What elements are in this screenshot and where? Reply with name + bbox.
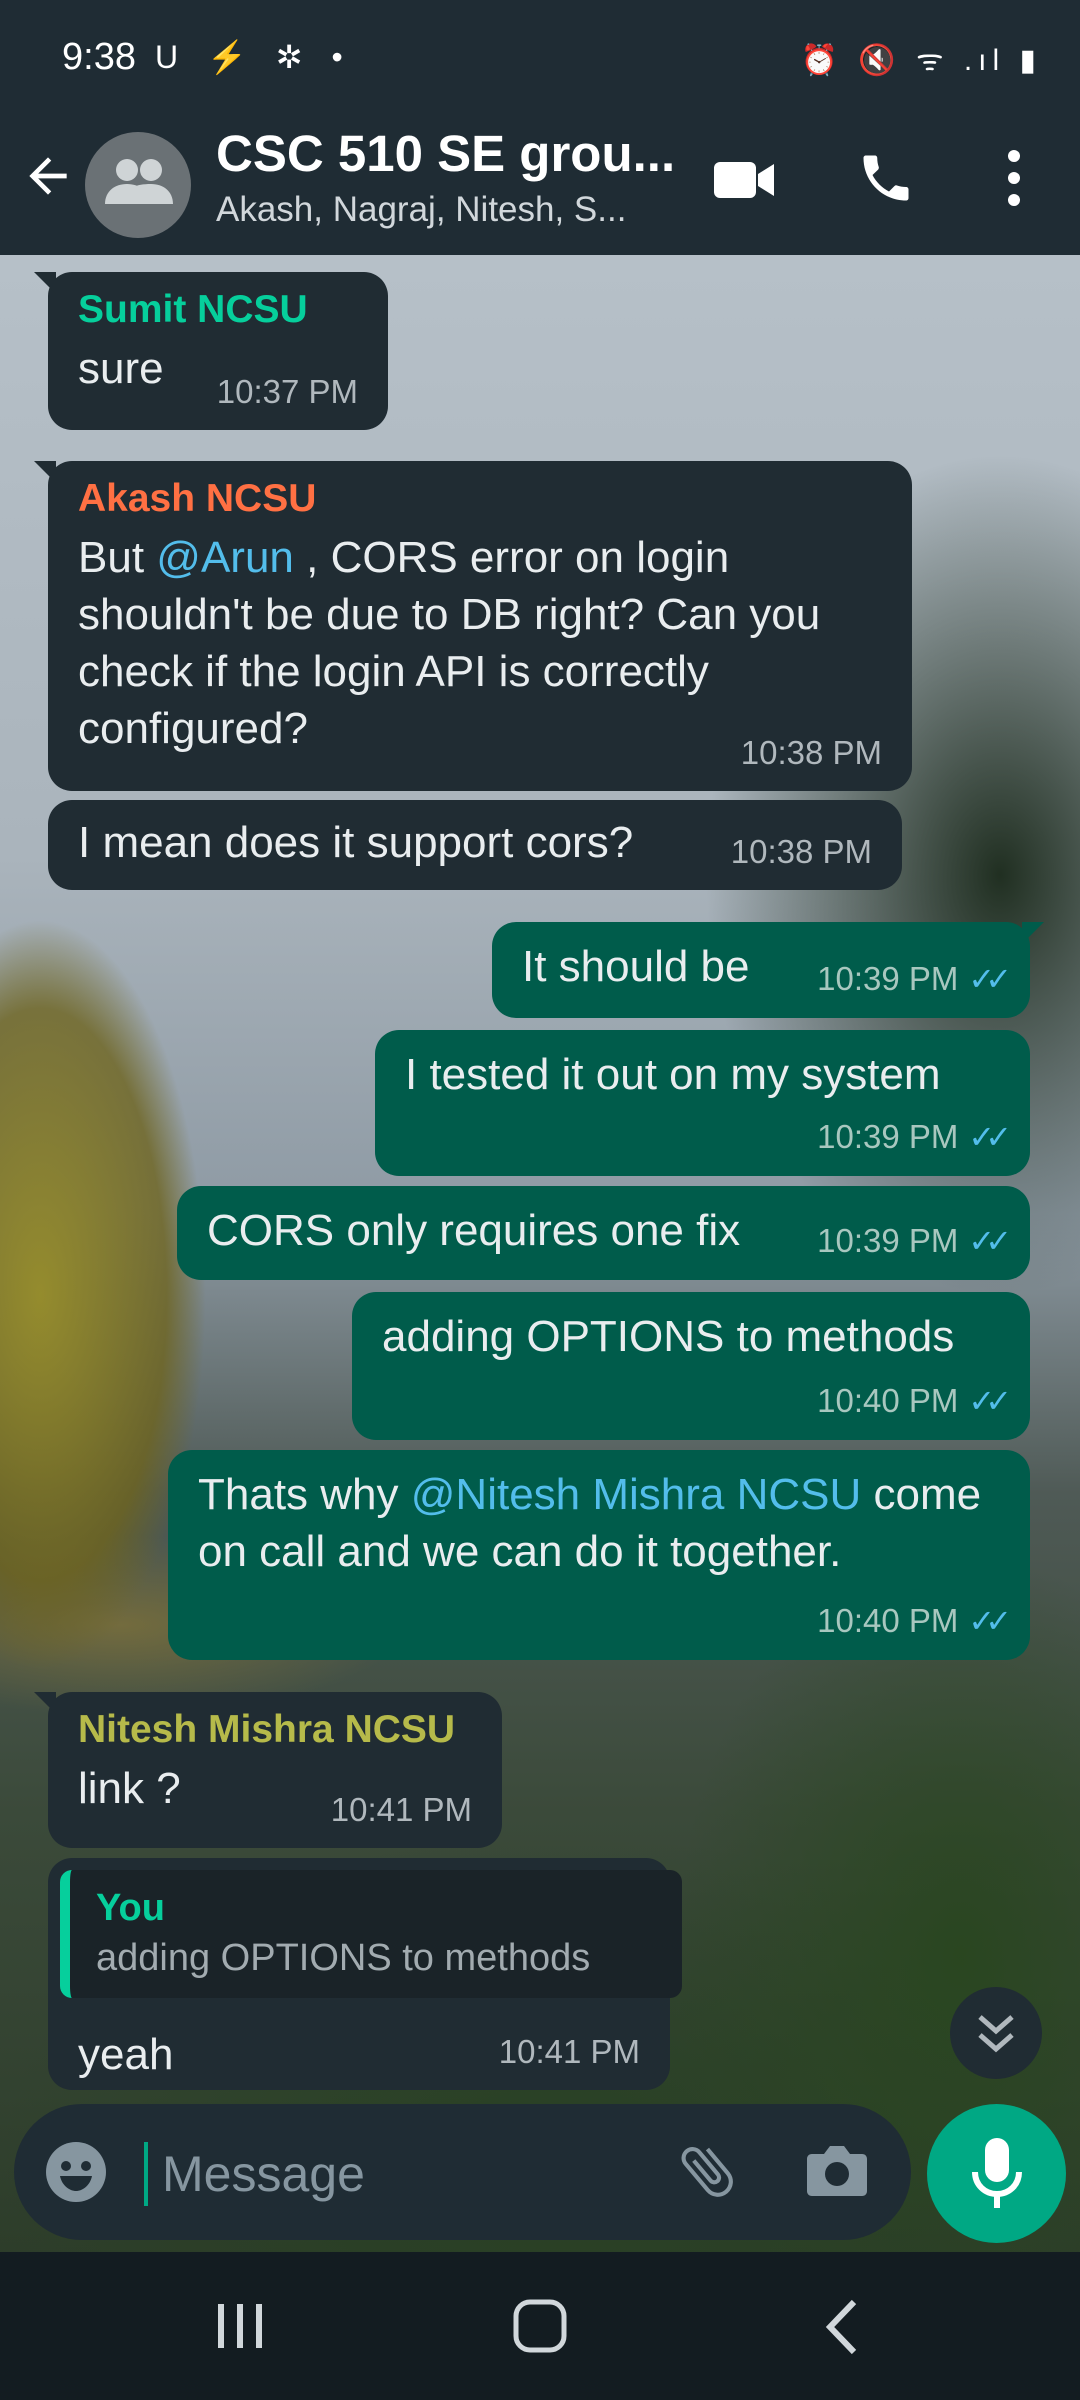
double-chevron-down-icon — [978, 2015, 1014, 2053]
phone-call-icon[interactable] — [856, 148, 916, 213]
message-text: adding OPTIONS to methods — [382, 1312, 955, 1361]
system-navigation-bar — [0, 2252, 1080, 2400]
outgoing-message[interactable]: CORS only requires one fix 10:39 PM ✓✓ — [177, 1186, 1030, 1280]
message-sender[interactable]: Akash NCSU — [78, 475, 898, 523]
read-receipt-icon: ✓✓ — [968, 1119, 1012, 1155]
outgoing-message[interactable]: It should be 10:39 PM ✓✓ — [492, 922, 1044, 1018]
message-time: 10:39 PM ✓✓ — [817, 1222, 1012, 1259]
message-composer — [14, 2104, 911, 2240]
paperclip-icon[interactable] — [674, 2138, 740, 2209]
message-sender[interactable]: Nitesh Mishra NCSU — [78, 1706, 455, 1754]
group-avatar[interactable] — [85, 132, 191, 238]
video-call-icon[interactable] — [712, 156, 776, 209]
message-time: 10:41 PM — [498, 2033, 640, 2070]
more-options-icon[interactable] — [996, 146, 1032, 215]
status-bar: 9:38 U ⚡ ✲ • ⏰ 🔇 ᯤ .ıl ▮ — [0, 0, 1080, 120]
mention-link[interactable]: @Nitesh Mishra NCSU — [411, 1470, 862, 1519]
chat-title[interactable]: CSC 510 SE grou... — [216, 124, 675, 183]
message-time: 10:38 PM — [730, 833, 872, 870]
outgoing-message[interactable]: Thats why @Nitesh Mishra NCSU come on ca… — [168, 1450, 1030, 1660]
incoming-message[interactable]: Sumit NCSU sure 10:37 PM — [34, 272, 388, 430]
incoming-message[interactable]: Nitesh Mishra NCSU link ? 10:41 PM — [34, 1692, 502, 1848]
emoji-icon[interactable] — [44, 2140, 108, 2209]
message-time: 10:37 PM — [216, 373, 358, 410]
microphone-button[interactable] — [927, 2104, 1066, 2243]
message-time: 10:38 PM — [740, 734, 882, 771]
incoming-message[interactable]: Akash NCSU But @Arun , CORS error on log… — [34, 461, 912, 791]
read-receipt-icon: ✓✓ — [968, 961, 1012, 997]
status-system-icons: ⏰ 🔇 ᯤ .ıl ▮ — [800, 44, 1042, 77]
recents-icon[interactable] — [214, 2300, 266, 2357]
message-input[interactable] — [160, 2138, 644, 2210]
message-time: 10:39 PM ✓✓ — [817, 960, 1012, 997]
mention-link[interactable]: @Arun — [156, 533, 294, 582]
chat-header: CSC 510 SE grou... Akash, Nagraj, Nitesh… — [0, 120, 1080, 255]
status-notification-icons: U ⚡ ✲ • — [155, 39, 353, 75]
bubble-tail — [34, 1692, 56, 1714]
chat-participants[interactable]: Akash, Nagraj, Nitesh, S... — [216, 190, 626, 230]
message-sender[interactable]: Sumit NCSU — [78, 286, 308, 334]
bubble-tail — [1022, 922, 1044, 944]
status-time: 9:38 — [62, 36, 136, 78]
message-text: I tested it out on my system — [405, 1050, 941, 1099]
message-text: It should be — [522, 942, 750, 991]
back-arrow-icon[interactable] — [20, 148, 80, 208]
outgoing-message[interactable]: adding OPTIONS to methods 10:40 PM ✓✓ — [352, 1292, 1030, 1440]
outgoing-message[interactable]: I tested it out on my system 10:39 PM ✓✓ — [375, 1030, 1030, 1176]
message-text: Thats why @Nitesh Mishra NCSU come on ca… — [198, 1470, 982, 1576]
message-text: yeah — [78, 2030, 174, 2079]
quoted-text: adding OPTIONS to methods — [96, 1937, 591, 1979]
read-receipt-icon: ✓✓ — [968, 1603, 1012, 1639]
nav-back-icon[interactable] — [822, 2298, 862, 2361]
bubble-tail — [34, 461, 56, 483]
incoming-message[interactable]: I mean does it support cors? 10:38 PM — [48, 800, 902, 890]
message-time: 10:40 PM ✓✓ — [817, 1382, 1012, 1419]
read-receipt-icon: ✓✓ — [968, 1223, 1012, 1259]
scroll-to-bottom-button[interactable] — [950, 1987, 1042, 2079]
home-icon[interactable] — [512, 2298, 568, 2359]
message-time: 10:40 PM ✓✓ — [817, 1602, 1012, 1639]
message-text: I mean does it support cors? — [78, 818, 634, 867]
bubble-tail — [34, 272, 56, 294]
quoted-message[interactable]: You adding OPTIONS to methods — [60, 1870, 682, 1998]
message-text: CORS only requires one fix — [207, 1206, 741, 1255]
quoted-author: You — [96, 1887, 165, 1929]
message-time: 10:41 PM — [330, 1791, 472, 1828]
text-cursor — [144, 2142, 148, 2206]
group-icon — [105, 159, 173, 204]
incoming-message[interactable]: You adding OPTIONS to methods yeah 10:41… — [48, 1858, 682, 2090]
camera-icon[interactable] — [804, 2140, 870, 2205]
read-receipt-icon: ✓✓ — [968, 1383, 1012, 1419]
message-text: But @Arun , CORS error on login shouldn'… — [78, 533, 821, 753]
message-time: 10:39 PM ✓✓ — [817, 1118, 1012, 1155]
microphone-icon — [972, 2138, 1022, 2208]
